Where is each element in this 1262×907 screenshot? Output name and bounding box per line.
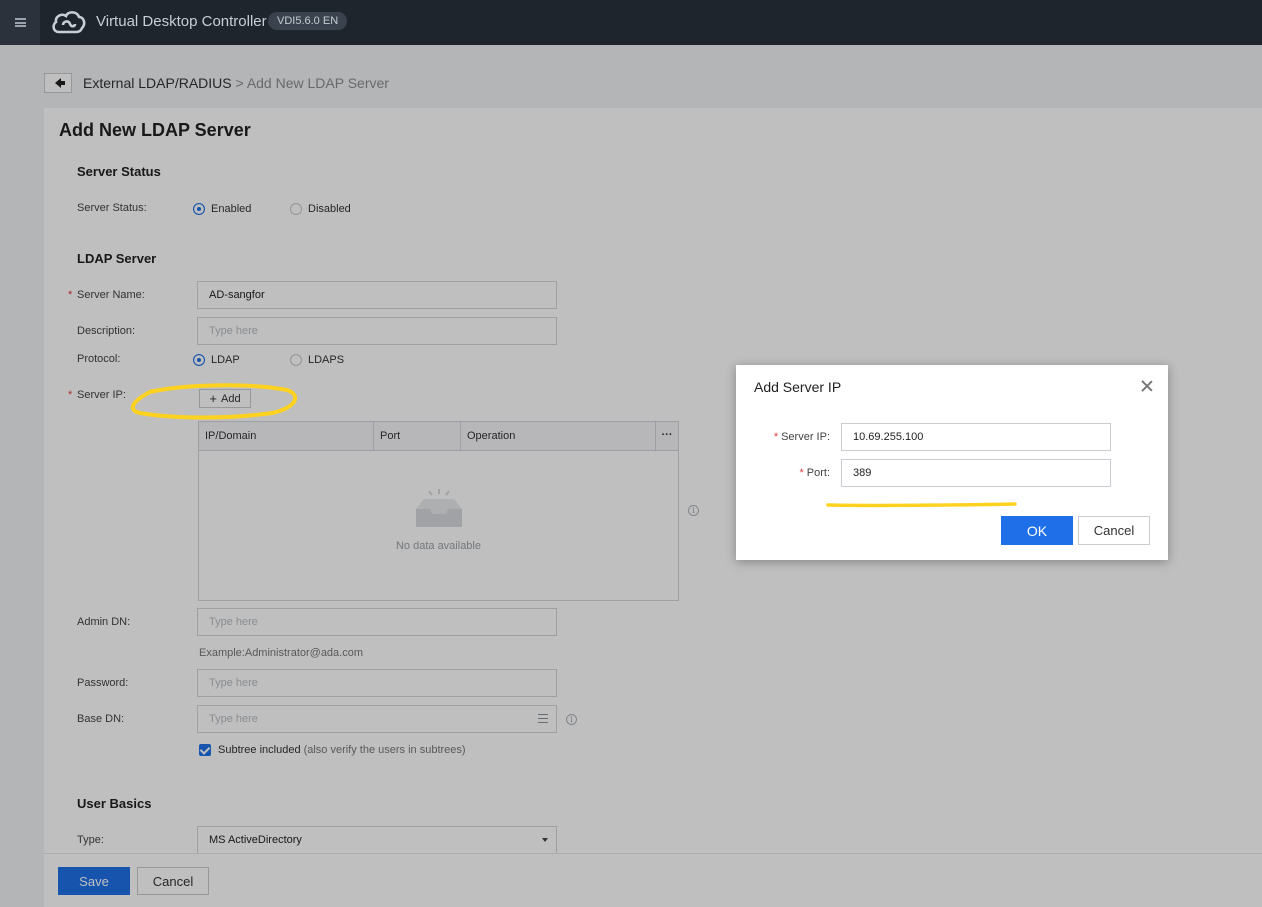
hamburger-icon <box>14 18 26 27</box>
dialog-port-input[interactable]: 389 <box>841 459 1111 487</box>
required-mark: * <box>799 467 804 479</box>
app-title: Virtual Desktop Controller <box>96 13 267 30</box>
dialog-server-ip-input[interactable]: 10.69.255.100 <box>841 423 1111 451</box>
dialog-title: Add Server IP <box>754 379 842 395</box>
version-badge: VDI5.6.0 EN <box>268 12 348 30</box>
close-icon[interactable] <box>1140 379 1154 393</box>
dialog-server-ip-label: * Server IP: <box>774 431 830 443</box>
menu-button[interactable] <box>0 0 40 45</box>
required-mark: * <box>773 431 779 443</box>
dialog-cancel-button[interactable]: Cancel <box>1078 516 1150 545</box>
dialog-port-label: * Port: <box>799 467 830 479</box>
dialog-port-label-text: Port: <box>806 467 830 479</box>
add-server-ip-dialog: Add Server IP * Server IP: 10.69.255.100 … <box>736 365 1168 560</box>
cloud-logo-icon <box>52 11 86 34</box>
dialog-server-ip-label-text: Server IP: <box>781 431 830 443</box>
ok-button[interactable]: OK <box>1001 516 1073 545</box>
top-bar: Virtual Desktop Controller VDI5.6.0 EN <box>0 0 1262 45</box>
